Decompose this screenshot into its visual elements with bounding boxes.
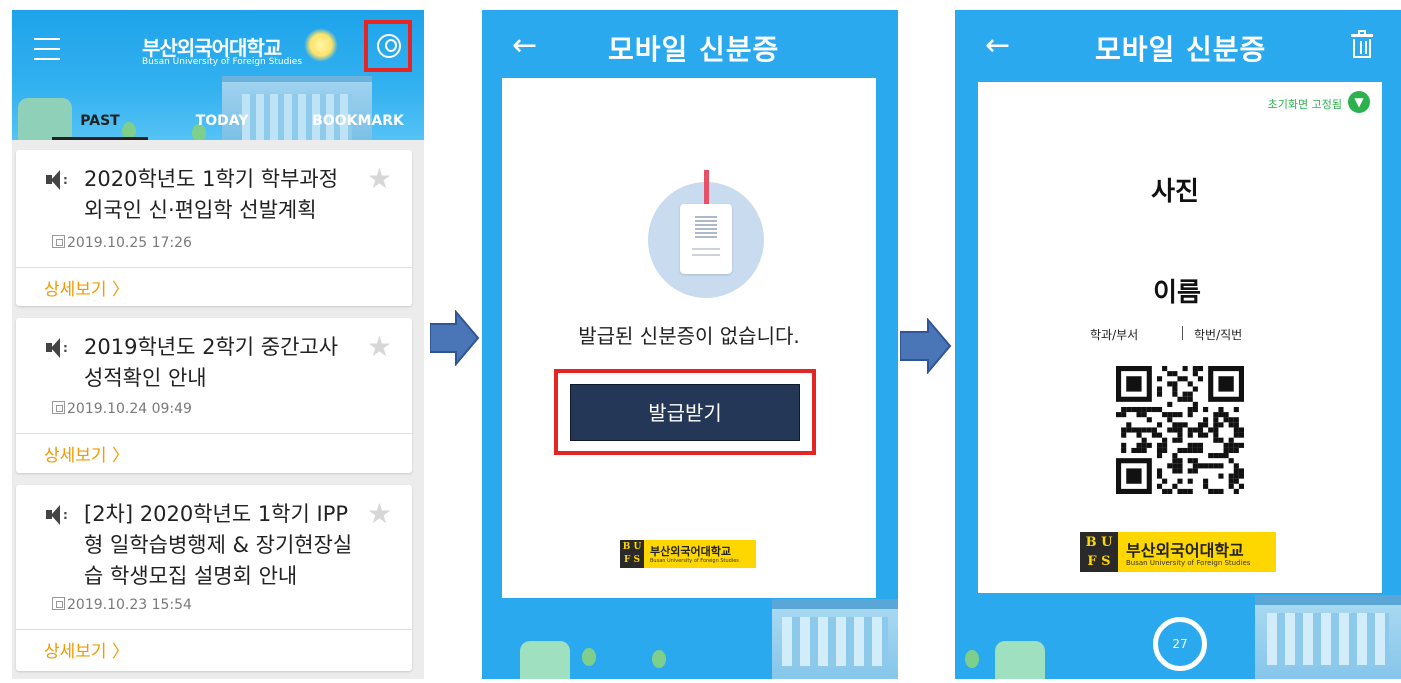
star-icon[interactable]: ★	[367, 162, 392, 195]
bus-illustration	[995, 641, 1045, 679]
bufs-mark: B U F S	[1080, 532, 1118, 572]
notice-card[interactable]: : [2차] 2020학년도 1학기 IPP형 일학습병행제 & 장기현장실습 …	[16, 485, 412, 671]
back-arrow-icon[interactable]: ←	[512, 28, 537, 63]
right-arrow-icon	[900, 318, 952, 374]
name-label: 이름	[1153, 278, 1201, 308]
logo-ko: 부산외국어대학교	[1126, 541, 1244, 560]
photo-placeholder: 사진	[1104, 122, 1246, 262]
divider	[16, 629, 412, 630]
university-logo: B U F S 부산외국어대학교 Busan University of For…	[1080, 532, 1276, 572]
tab-past[interactable]: PAST	[52, 106, 148, 140]
highlight-box: 발급받기	[554, 369, 816, 455]
separator	[1182, 326, 1183, 340]
bufs-mark-bottom: F S	[1087, 554, 1111, 569]
pin-status-label: 초기화면 고정됨	[1267, 98, 1342, 111]
id-card-panel: 발급된 신분증이 없습니다. 발급받기 B U F S 부산외국어대학교 Bus…	[502, 78, 876, 598]
calendar-icon	[52, 597, 65, 610]
bufs-mark: B U F S	[620, 540, 644, 568]
bufs-mark-top: B U	[1085, 535, 1113, 550]
speaker-icon: :	[46, 505, 72, 525]
divider	[16, 267, 412, 268]
notice-date-text: 2019.10.25 17:26	[67, 235, 192, 251]
back-arrow-icon[interactable]: ←	[985, 28, 1010, 63]
logo-ko: 부산외국어대학교	[650, 545, 731, 558]
notice-title[interactable]: 2019학년도 2학기 중간고사 성적확인 안내	[84, 332, 359, 394]
star-icon[interactable]: ★	[367, 330, 392, 363]
notice-date: 2019.10.23 15:54	[52, 597, 192, 613]
logo-en: Busan University of Foreign Studies	[1126, 559, 1251, 567]
notice-date: 2019.10.24 09:49	[52, 401, 192, 417]
page-title: 모바일 신분증	[1095, 33, 1267, 66]
dept-id-row: 학과/부서 학번/직번	[1086, 322, 1276, 346]
badge-icon	[680, 204, 732, 274]
speaker-icon: :	[46, 170, 72, 190]
notice-card[interactable]: : 2020학년도 1학기 학부과정 외국인 신·편입학 선발계획 ★ 2019…	[16, 150, 412, 306]
campus-scene	[482, 594, 898, 679]
tab-bookmark[interactable]: BOOKMARK	[310, 106, 406, 140]
tree-illustration	[582, 648, 596, 666]
building-illustration	[772, 599, 898, 679]
mobile-id-empty-screen: ← 모바일 신분증 발급된 신분증이 없습니다. 발급받기 B U F S 부산…	[482, 10, 898, 679]
campus-scene: 27	[955, 594, 1401, 679]
tab-today[interactable]: TODAY	[182, 106, 262, 140]
university-logo-en: Busan University of Foreign Studies	[142, 57, 303, 67]
student-id-label: 학번/직번	[1194, 328, 1243, 342]
bus-illustration	[520, 641, 570, 679]
notice-date-text: 2019.10.23 15:54	[67, 597, 192, 613]
tree-illustration	[652, 650, 666, 668]
notice-list-screen: 부산외국어대학교 Busan University of Foreign Stu…	[12, 10, 424, 679]
notice-title[interactable]: 2020학년도 1학기 학부과정 외국인 신·편입학 선발계획	[84, 164, 359, 226]
dept-label: 학과/부서	[1090, 328, 1139, 342]
building-illustration	[1255, 595, 1401, 679]
bufs-mark-top: B U	[622, 542, 642, 552]
notice-date-text: 2019.10.24 09:49	[67, 401, 192, 417]
notice-title[interactable]: [2차] 2020학년도 1학기 IPP형 일학습병행제 & 장기현장실습 학생…	[84, 499, 359, 592]
calendar-icon	[52, 235, 65, 248]
sun-icon	[304, 28, 338, 62]
tree-illustration	[965, 650, 979, 668]
detail-link[interactable]: 상세보기 〉	[44, 441, 129, 466]
badge-line	[692, 254, 720, 256]
notice-date: 2019.10.25 17:26	[52, 235, 192, 251]
trash-icon[interactable]	[1351, 30, 1373, 58]
mobile-id-issued-screen: ← 모바일 신분증 초기화면 고정됨 ▼ 사진 이름 학과/부서 학번/직번 B…	[955, 10, 1401, 679]
app-header: 부산외국어대학교 Busan University of Foreign Stu…	[12, 10, 424, 140]
issue-button[interactable]: 발급받기	[570, 384, 800, 441]
hamburger-icon[interactable]	[34, 38, 60, 60]
notice-card[interactable]: : 2019학년도 2학기 중간고사 성적확인 안내 ★ 2019.10.24 …	[16, 318, 412, 473]
qr-icon	[695, 216, 717, 238]
university-logo: B U F S 부산외국어대학교 Busan University of For…	[620, 540, 756, 568]
qr-code	[1108, 356, 1252, 504]
bufs-mark-bottom: F S	[623, 555, 641, 565]
logo-en: Busan University of Foreign Studies	[650, 558, 739, 564]
detail-link[interactable]: 상세보기 〉	[44, 637, 129, 662]
empty-message: 발급된 신분증이 없습니다.	[578, 324, 800, 348]
right-arrow-icon	[430, 310, 480, 366]
pin-icon[interactable]: ▼	[1348, 91, 1370, 113]
refresh-timer[interactable]: 27	[1153, 617, 1207, 671]
speaker-icon: :	[46, 338, 72, 358]
page-title: 모바일 신분증	[608, 33, 780, 66]
star-icon[interactable]: ★	[367, 497, 392, 530]
user-icon	[377, 34, 401, 58]
badge-line	[692, 248, 720, 250]
id-card-panel: 초기화면 고정됨 ▼ 사진 이름 학과/부서 학번/직번 B U F S 부산외…	[978, 82, 1382, 593]
divider	[16, 433, 412, 434]
tab-bar: PAST TODAY BOOKMARK	[12, 106, 424, 140]
calendar-icon	[52, 401, 65, 414]
qr-code-graphic	[1116, 366, 1244, 494]
profile-button[interactable]	[364, 20, 412, 72]
detail-link[interactable]: 상세보기 〉	[44, 275, 129, 300]
